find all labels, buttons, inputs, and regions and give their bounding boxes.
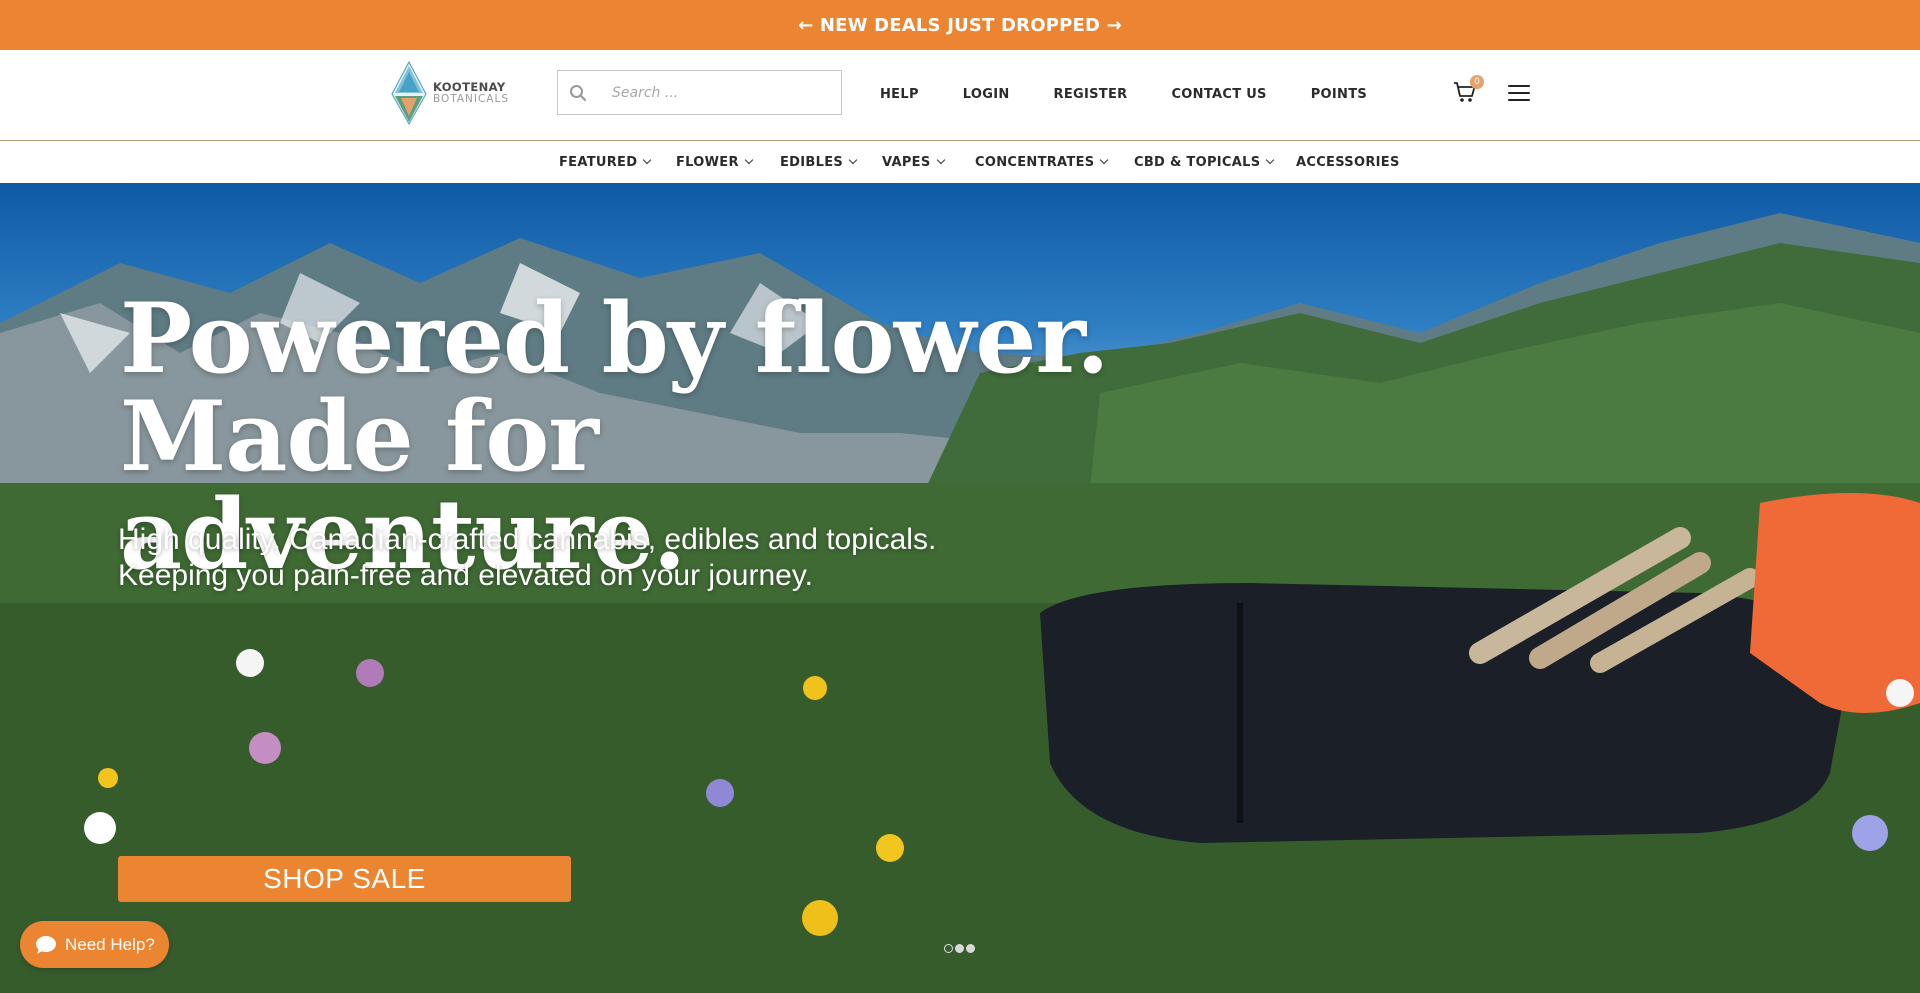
slider-dot-3[interactable] bbox=[966, 944, 975, 953]
announcement-text[interactable]: ← NEW DEALS JUST DROPPED → bbox=[798, 15, 1122, 36]
top-nav: HELP LOGIN REGISTER CONTACT US POINTS bbox=[880, 50, 1411, 138]
category-concentrates[interactable]: CONCENTRATES bbox=[975, 141, 1109, 183]
category-edibles[interactable]: EDIBLES bbox=[780, 141, 858, 183]
chevron-down-icon bbox=[936, 155, 945, 165]
nav-contact-link[interactable]: CONTACT US bbox=[1171, 87, 1266, 102]
shop-sale-button[interactable]: SHOP SALE bbox=[118, 856, 571, 902]
category-label: EDIBLES bbox=[780, 154, 844, 170]
hamburger-menu-icon[interactable] bbox=[1508, 85, 1530, 101]
logo-diamond-icon bbox=[391, 60, 427, 126]
category-label: FEATURED bbox=[559, 154, 638, 170]
hero-title-line1: Powered by flower. bbox=[120, 282, 1110, 395]
hero-subtitle-line2: Keeping you pain-free and elevated on yo… bbox=[118, 559, 813, 592]
search-input[interactable] bbox=[598, 72, 828, 113]
cart-count-badge: 0 bbox=[1470, 75, 1484, 89]
nav-login-link[interactable]: LOGIN bbox=[963, 87, 1010, 102]
category-label: FLOWER bbox=[676, 154, 739, 170]
site-logo[interactable]: KOOTENAY BOTANICALS bbox=[389, 60, 509, 126]
search-icon[interactable] bbox=[558, 71, 598, 114]
logo-text: KOOTENAY BOTANICALS bbox=[432, 79, 509, 105]
hero-banner: Powered by flower. Made for adventure. H… bbox=[0, 183, 1920, 993]
announcement-bar[interactable]: ← NEW DEALS JUST DROPPED → bbox=[0, 0, 1920, 50]
nav-register-link[interactable]: REGISTER bbox=[1054, 87, 1128, 102]
chevron-down-icon bbox=[848, 155, 858, 165]
slider-dots bbox=[944, 944, 977, 953]
hero-subtitle-line1: High quality, Canadian-crafted cannabis,… bbox=[118, 523, 937, 556]
category-flower[interactable]: FLOWER bbox=[676, 141, 754, 183]
logo-line2: BOTANICALS bbox=[432, 93, 509, 105]
category-accessories[interactable]: ACCESSORIES bbox=[1296, 141, 1400, 183]
chevron-down-icon bbox=[643, 155, 652, 165]
site-header: KOOTENAY BOTANICALS HELP LOGIN REGISTER … bbox=[0, 50, 1920, 141]
category-label: CBD & TOPICALS bbox=[1134, 154, 1261, 170]
slider-dot-1[interactable] bbox=[944, 944, 953, 953]
category-vapes[interactable]: VAPES bbox=[882, 141, 945, 183]
cart-button[interactable]: 0 bbox=[1453, 75, 1484, 106]
category-cbd-topicals[interactable]: CBD & TOPICALS bbox=[1134, 141, 1275, 183]
hero-subtitle: High quality, Canadian-crafted cannabis,… bbox=[118, 522, 1018, 594]
category-featured[interactable]: FEATURED bbox=[559, 141, 652, 183]
chevron-down-icon bbox=[1100, 155, 1109, 165]
need-help-button[interactable]: Need Help? bbox=[20, 921, 169, 968]
chevron-down-icon bbox=[1266, 155, 1275, 165]
category-nav: FEATURED FLOWER EDIBLES VAPES CONCENTRAT… bbox=[0, 141, 1920, 183]
logo-line1: KOOTENAY bbox=[432, 79, 506, 94]
search-box bbox=[557, 70, 842, 115]
chevron-down-icon bbox=[744, 155, 754, 165]
nav-points-link[interactable]: POINTS bbox=[1311, 87, 1367, 102]
slider-dot-2[interactable] bbox=[955, 944, 964, 953]
nav-help-link[interactable]: HELP bbox=[880, 87, 919, 102]
category-label: CONCENTRATES bbox=[975, 154, 1095, 170]
category-label: VAPES bbox=[882, 154, 931, 170]
chat-bubble-icon bbox=[36, 935, 56, 954]
category-label: ACCESSORIES bbox=[1296, 154, 1400, 170]
need-help-label: Need Help? bbox=[65, 934, 155, 954]
